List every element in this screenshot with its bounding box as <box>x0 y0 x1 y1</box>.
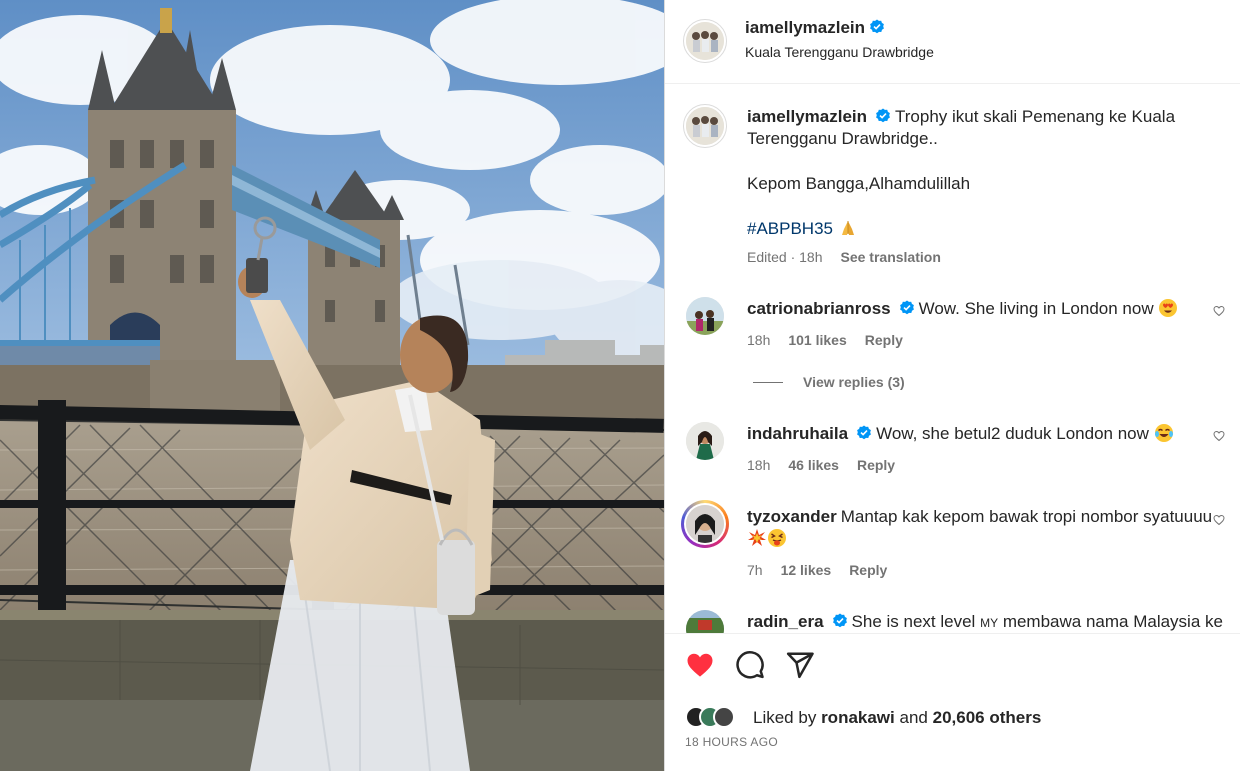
caption-text: iamellymazlein Trophy ikut skali Pemenang… <box>747 106 1229 150</box>
verified-badge-icon <box>899 300 914 315</box>
liked-by-text: Liked by ronakawi and 20,606 others <box>753 708 1042 727</box>
heart-eyes-emoji-icon <box>1159 299 1178 317</box>
tears-of-joy-emoji-icon <box>1154 424 1173 442</box>
commenter-username[interactable]: tyzoxander <box>747 507 837 526</box>
like-heart-icon[interactable] <box>685 650 715 680</box>
view-replies-button[interactable]: View replies (3) <box>753 374 905 390</box>
comment-text-continued: membawa nama Malaysia ke <box>1002 612 1223 631</box>
comment-like-heart-icon[interactable] <box>1213 305 1225 317</box>
commenter-username[interactable]: catrionabrianross <box>747 299 891 318</box>
malaysia-flag-emoji: MY <box>980 616 999 630</box>
comment-icon[interactable] <box>735 650 765 680</box>
share-send-icon[interactable] <box>785 650 815 680</box>
see-translation-link[interactable]: See translation <box>841 249 941 265</box>
comment-time[interactable]: 18h <box>747 457 770 473</box>
caption-hashtag-line: #ABPBH35 <box>747 218 1229 240</box>
commenter-avatar[interactable] <box>686 505 724 543</box>
post-actions-bar: Liked by ronakawi and 20,606 others 18 H… <box>665 633 1240 771</box>
collision-emoji-icon <box>748 529 766 546</box>
comment-like-heart-icon[interactable] <box>1213 430 1225 442</box>
author-username[interactable]: iamellymazlein <box>745 18 865 37</box>
commenter-username[interactable]: indahruhaila <box>747 424 848 443</box>
post-timestamp[interactable]: 18 HOURS AGO <box>685 735 778 749</box>
folded-hands-emoji-icon <box>841 221 854 235</box>
comment-time[interactable]: 18h <box>747 332 770 348</box>
reply-button[interactable]: Reply <box>849 562 887 578</box>
verified-badge-icon <box>876 108 890 123</box>
commenter-avatar[interactable] <box>686 422 724 460</box>
comments-list[interactable]: iamellymazlein Trophy ikut skali Pemenang… <box>665 85 1240 633</box>
caption-line-2: Kepom Bangga,Alhamdulillah <box>747 174 971 193</box>
comment-likes[interactable]: 46 likes <box>788 457 839 473</box>
commenter-username[interactable]: radin_era <box>747 612 824 631</box>
post-panel: iamellymazlein Kuala Terengganu Drawbrid… <box>664 0 1240 771</box>
view-replies-line <box>753 382 783 383</box>
liked-by-user-link[interactable]: ronakawi <box>821 708 895 727</box>
comment-likes[interactable]: 101 likes <box>788 332 846 348</box>
caption-meta: Edited · 18h See translation <box>747 249 959 265</box>
edited-time: Edited · 18h <box>747 249 823 265</box>
verified-badge-icon <box>832 613 847 628</box>
comment-like-heart-icon[interactable] <box>1213 514 1225 526</box>
hashtag-link[interactable]: #ABPBH35 <box>747 219 833 238</box>
reply-button[interactable]: Reply <box>865 332 903 348</box>
reply-button[interactable]: Reply <box>857 457 895 473</box>
comment-text: She is next level <box>851 612 976 631</box>
author-avatar[interactable] <box>686 22 724 60</box>
comment-text: Mantap kak kepom bawak tropi nombor syat… <box>840 507 1213 526</box>
verified-badge-icon <box>870 19 884 34</box>
likes-count-link[interactable]: 20,606 others <box>933 708 1042 727</box>
commenter-avatar[interactable] <box>686 297 724 335</box>
comment-likes[interactable]: 12 likes <box>781 562 832 578</box>
comment-time[interactable]: 7h <box>747 562 763 578</box>
verified-badge-icon <box>857 425 871 440</box>
caption-avatar[interactable] <box>686 107 724 145</box>
post-header: iamellymazlein Kuala Terengganu Drawbrid… <box>665 0 1240 84</box>
caption-username[interactable]: iamellymazlein <box>747 107 867 126</box>
squinting-tongue-emoji-icon <box>768 529 786 547</box>
liker-avatar[interactable] <box>713 706 735 728</box>
comment-text: Wow, she betul2 duduk London now <box>876 424 1149 443</box>
commenter-avatar[interactable] <box>686 610 724 633</box>
tower-bridge-photo <box>0 0 664 771</box>
post-location[interactable]: Kuala Terengganu Drawbridge <box>745 44 934 60</box>
post-photo[interactable] <box>0 0 664 771</box>
comment-text: Wow. She living in London now <box>918 299 1154 318</box>
